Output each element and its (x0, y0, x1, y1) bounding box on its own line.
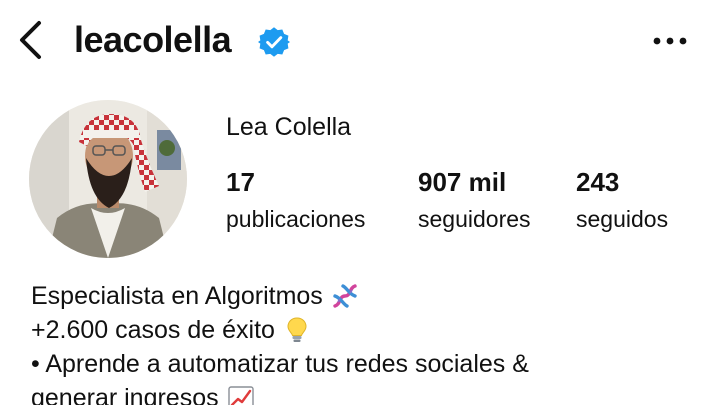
stat-posts-label: publicaciones (226, 206, 366, 232)
bio-line: Especialista en Algoritmos (31, 279, 711, 313)
stat-followers-count: 907 mil (418, 167, 507, 197)
back-button[interactable] (10, 18, 50, 62)
profile-avatar[interactable] (29, 100, 187, 258)
stat-posts-count: 17 (226, 167, 255, 197)
stat-followers[interactable]: 907 mil seguidores (418, 166, 531, 234)
chevron-left-icon (20, 21, 41, 59)
profile-screen: leacolella Lea Colella 17 publicaciones … (0, 0, 720, 405)
bio-line: • Aprende a automatizar tus redes social… (31, 347, 711, 381)
more-options-button[interactable] (648, 26, 692, 56)
dna-icon (333, 284, 357, 308)
more-horizontal-icon (653, 37, 687, 45)
bio-line-text: • Aprende a automatizar tus redes social… (31, 350, 529, 378)
chart-icon (227, 386, 254, 405)
bio-line-text: Especialista en Algoritmos (31, 282, 323, 310)
profile-username: leacolella (74, 19, 232, 60)
stat-following-count: 243 (576, 167, 620, 197)
stat-following[interactable]: 243 seguidos (576, 166, 668, 234)
bio-line: generar ingresos (31, 381, 711, 405)
avatar-image (29, 100, 187, 258)
bio-line-text: generar ingresos (31, 384, 219, 405)
bio-line: +2.600 casos de éxito (31, 313, 711, 347)
stat-followers-label: seguidores (418, 206, 531, 232)
verified-badge-icon (258, 27, 290, 57)
stat-following-label: seguidos (576, 206, 669, 232)
bio-line-text: +2.600 casos de éxito (31, 316, 275, 344)
profile-bio: Especialista en Algoritmos +2.600 casos … (31, 279, 711, 405)
lightbulb-icon (287, 317, 307, 342)
profile-display-name: Lea Colella (226, 113, 352, 141)
stat-posts[interactable]: 17 publicaciones (226, 166, 365, 234)
